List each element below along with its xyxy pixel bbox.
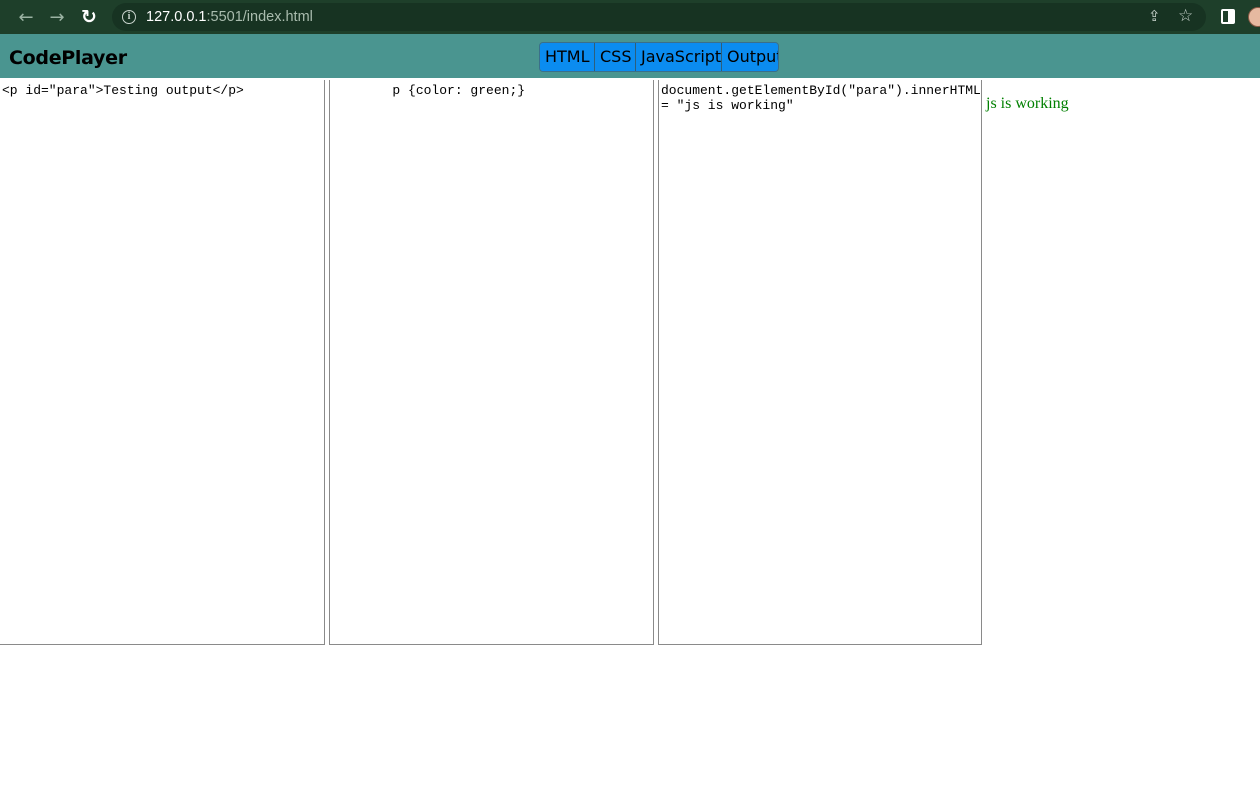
toggle-html-button[interactable]: HTML — [540, 43, 595, 71]
html-panel[interactable]: <p id="para">Testing output</p> — [0, 80, 325, 645]
panel-toggles: HTML CSS JavaScript Output — [539, 42, 779, 72]
site-info-icon[interactable]: i — [122, 10, 136, 24]
reload-icon[interactable]: ↻ — [76, 4, 102, 30]
output-panel: js is working — [986, 95, 1256, 113]
app-header: CodePlayer HTML CSS JavaScript Output — [0, 34, 1260, 78]
browser-toolbar: ← → ↻ i 127.0.0.1:5501/index.html ⇪ ☆ — [0, 0, 1260, 34]
url-text[interactable]: 127.0.0.1:5501/index.html — [146, 9, 313, 25]
css-panel[interactable]: p {color: green;} — [329, 80, 654, 645]
url-path: :5501/index.html — [206, 9, 313, 25]
toggle-javascript-button[interactable]: JavaScript — [636, 43, 722, 71]
css-code-editor[interactable]: p {color: green;} — [330, 80, 653, 98]
app-logo: CodePlayer — [9, 47, 127, 69]
back-arrow-icon[interactable]: ← — [13, 4, 39, 30]
html-code-editor[interactable]: <p id="para">Testing output</p> — [0, 80, 324, 98]
forward-arrow-icon[interactable]: → — [44, 4, 70, 30]
share-icon[interactable]: ⇪ — [1148, 7, 1161, 25]
address-bar[interactable]: i 127.0.0.1:5501/index.html ⇪ ☆ — [112, 3, 1206, 31]
url-host: 127.0.0.1 — [146, 9, 207, 25]
javascript-panel[interactable]: document.getElementById("para").innerHTM… — [658, 80, 982, 645]
side-panel-icon[interactable] — [1221, 9, 1235, 24]
toggle-output-button[interactable]: Output — [722, 43, 778, 71]
toggle-css-button[interactable]: CSS — [595, 43, 636, 71]
profile-avatar[interactable] — [1248, 7, 1260, 27]
bookmark-star-icon[interactable]: ☆ — [1178, 6, 1193, 26]
output-paragraph: js is working — [986, 95, 1069, 112]
javascript-code-editor[interactable]: document.getElementById("para").innerHTM… — [659, 80, 981, 113]
